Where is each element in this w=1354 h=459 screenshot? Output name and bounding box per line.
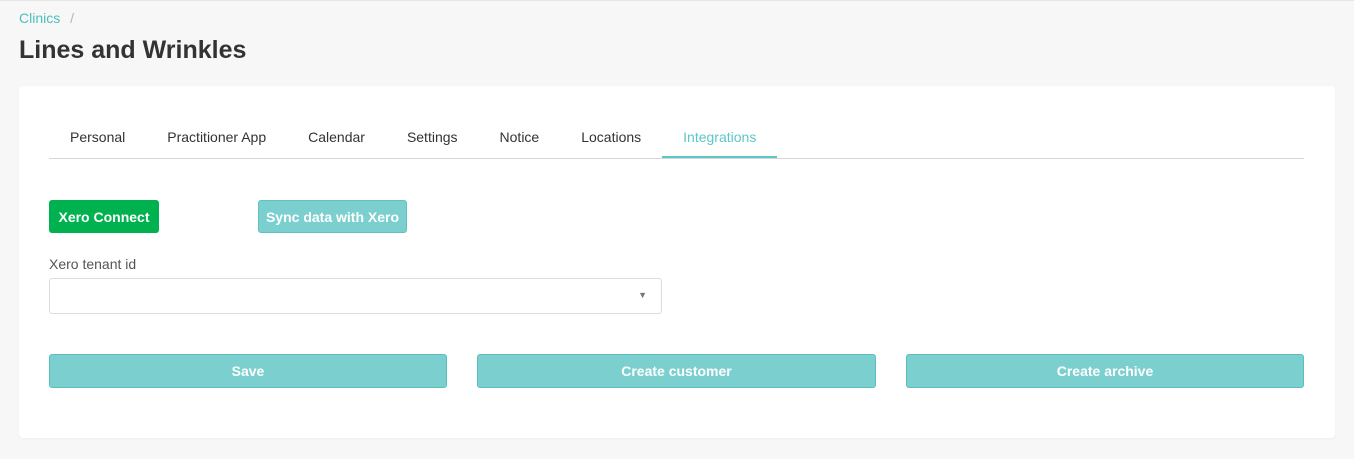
tab-bar: Personal Practitioner App Calendar Setti… xyxy=(49,110,1304,159)
tab-notice[interactable]: Notice xyxy=(479,110,561,158)
breadcrumb-separator: / xyxy=(70,10,75,26)
tab-personal[interactable]: Personal xyxy=(49,110,146,158)
tab-settings[interactable]: Settings xyxy=(386,110,479,158)
top-divider xyxy=(0,0,1354,1)
integrations-card: Personal Practitioner App Calendar Setti… xyxy=(19,86,1335,438)
save-button[interactable]: Save xyxy=(49,354,447,388)
xero-tenant-select[interactable]: ▼ xyxy=(49,278,662,314)
xero-connect-button[interactable]: Xero Connect xyxy=(49,200,159,233)
tab-practitioner-app[interactable]: Practitioner App xyxy=(146,110,287,158)
sync-xero-button[interactable]: Sync data with Xero xyxy=(258,200,407,233)
breadcrumb: Clinics / xyxy=(19,10,74,26)
chevron-down-icon: ▼ xyxy=(638,290,647,300)
create-archive-button[interactable]: Create archive xyxy=(906,354,1304,388)
tab-calendar[interactable]: Calendar xyxy=(287,110,386,158)
xero-tenant-label: Xero tenant id xyxy=(49,256,137,272)
page-title: Lines and Wrinkles xyxy=(19,36,247,64)
tab-locations[interactable]: Locations xyxy=(560,110,662,158)
breadcrumb-clinics-link[interactable]: Clinics xyxy=(19,10,60,26)
tab-integrations[interactable]: Integrations xyxy=(662,110,778,158)
create-customer-button[interactable]: Create customer xyxy=(477,354,876,388)
